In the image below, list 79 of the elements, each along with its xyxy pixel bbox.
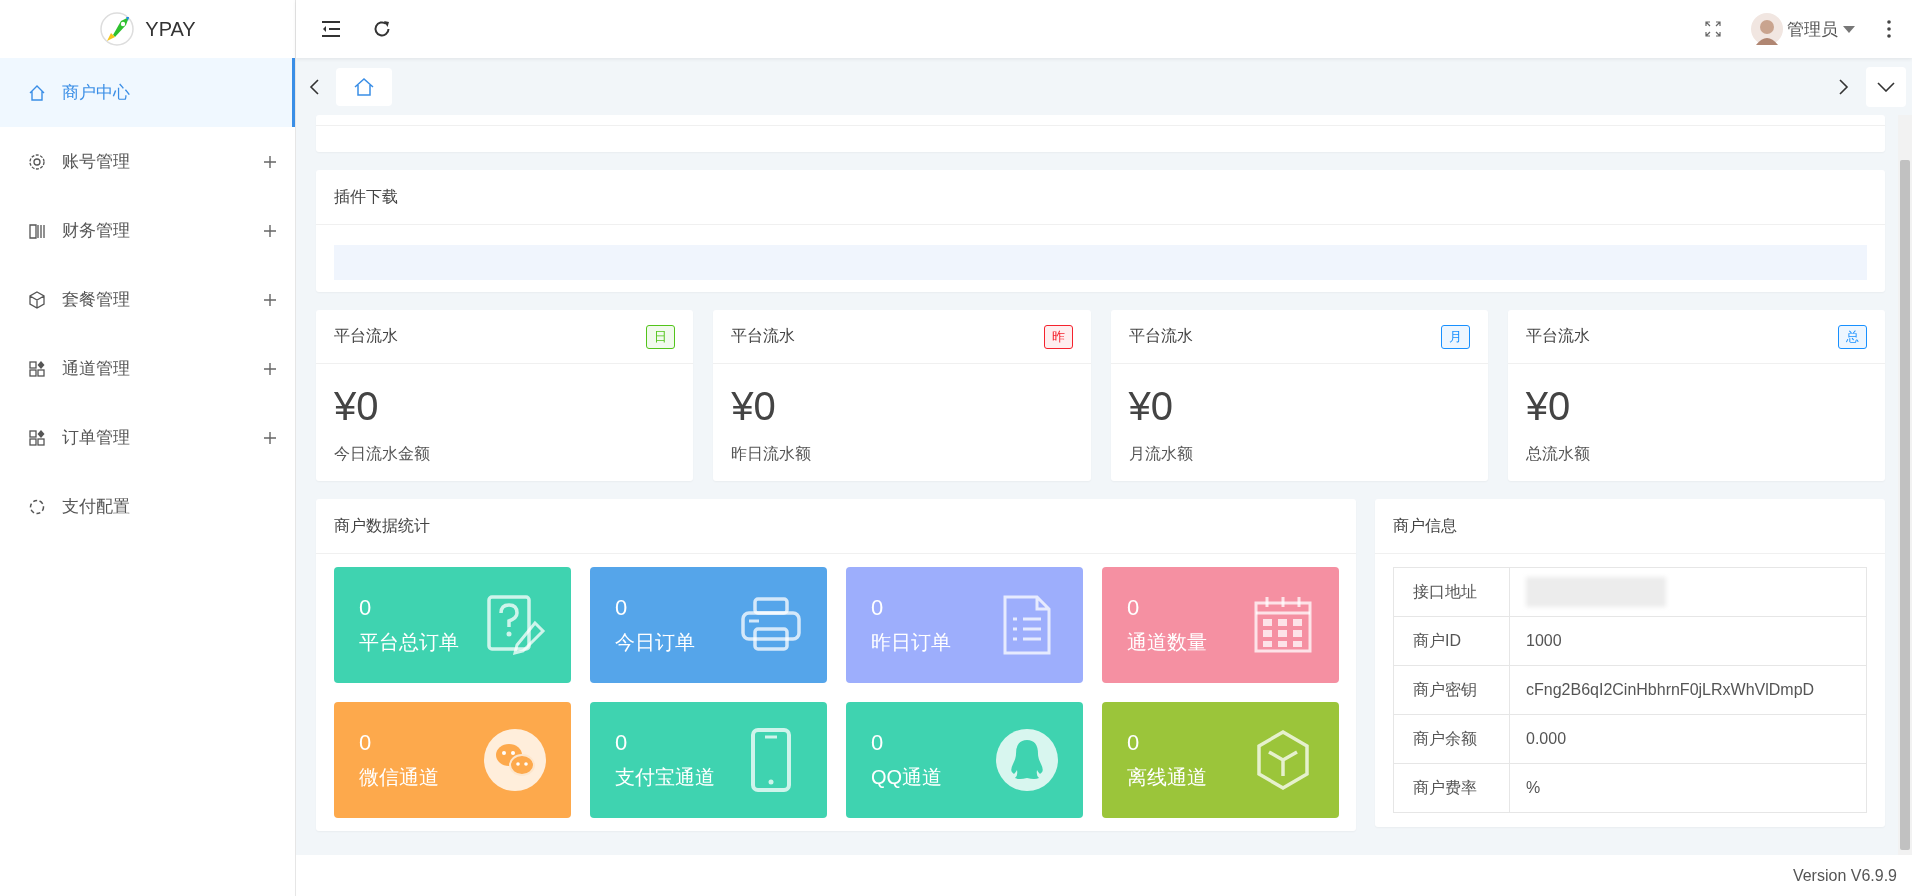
nav-item[interactable]: 通道管理 [0,334,295,403]
amount: ¥0 [1128,384,1174,428]
card-title: 商户数据统计 [334,515,430,536]
caption: 总流水额 [1525,444,1591,464]
tile-value: 0 [871,729,885,756]
chevron-down-icon [1877,81,1895,92]
tile-label: 离线通道 [1127,764,1207,790]
table-cell: 接口地址 [1393,567,1510,617]
nav-label: 账号管理 [62,151,131,173]
card-title: 平台流水 [1128,326,1193,346]
logo-text: YPAY [145,17,196,41]
tile-label: 支付宝通道 [615,764,715,790]
card-title: 商户信息 [1393,515,1457,536]
refresh-icon[interactable] [372,19,392,39]
table-cell: 商户余额 [1393,714,1510,764]
tile-label: QQ通道 [871,764,943,790]
cube-icon [27,289,47,310]
version-text: Version V6.9.9 [1792,866,1897,885]
card-title: 平台流水 [731,326,796,346]
home-icon [353,76,375,97]
amount: ¥0 [731,384,777,428]
nav-label: 通道管理 [62,358,131,380]
nav-label: 订单管理 [62,427,131,449]
card-title: 插件下载 [334,186,398,207]
grid-icon [27,358,47,379]
caption: 月流水额 [1128,444,1194,464]
nav-label: 财务管理 [62,220,131,242]
amount: ¥0 [1525,384,1572,428]
card-title: 平台流水 [334,326,398,346]
tile-value: 0 [871,594,885,621]
table-cell: cFng2B6qI2CinHbhrnF0jLRxWhVlDmpD [1509,665,1867,715]
tile-label: 微信通道 [359,764,439,790]
caption: 昨日流水额 [731,444,813,464]
tile-label: 通道数量 [1127,629,1207,655]
nav-item[interactable]: 订单管理 [0,403,295,472]
chat-bubbles-icon [483,728,547,792]
rocket-logo-icon [99,11,136,47]
penguin-icon [995,728,1059,792]
nav-item[interactable]: 账号管理 [0,127,295,196]
period-tag: 昨 [1043,324,1073,349]
card-title: 平台流水 [1525,326,1590,346]
period-tag: 总 [1838,324,1867,349]
chevron-left-icon[interactable] [308,77,320,96]
nav-item[interactable]: 财务管理 [0,196,295,265]
nav-label: 商户中心 [62,82,131,104]
table-cell: 商户费率 [1393,763,1510,813]
dropdown-button[interactable] [1866,66,1906,107]
tile-label: 平台总订单 [359,629,459,655]
table-cell: 0.000 [1509,714,1867,764]
table-cell: % [1509,763,1867,813]
gear-icon [27,151,47,172]
user-name[interactable]: 管理员 [1787,17,1838,41]
tile-value: 0 [1127,729,1141,756]
tile-value: 0 [615,594,629,621]
avatar [1751,13,1783,45]
nav-item[interactable]: 套餐管理 [0,265,295,334]
table-cell: 商户ID [1393,616,1510,666]
fullscreen-icon[interactable] [1705,21,1721,37]
tile-label: 昨日订单 [871,629,951,655]
chevron-right-icon[interactable] [1838,77,1850,96]
period-tag: 日 [646,324,676,349]
nav-item[interactable]: 支付配置 [0,472,295,541]
nav-label: 套餐管理 [62,289,131,311]
grid-icon [27,427,47,448]
caret-icon[interactable] [1842,24,1856,34]
caption: 今日流水金额 [334,444,431,464]
menu-collapse-icon[interactable] [320,19,342,39]
nav-label: 支付配置 [62,496,131,518]
more-icon[interactable] [1886,19,1892,39]
tile-value: 0 [359,729,373,756]
tile-value: 0 [1127,594,1141,621]
tile-value: 0 [359,594,373,621]
tile-value: 0 [615,729,629,756]
period-tag: 月 [1440,324,1470,349]
table-cell: 商户密钥 [1393,665,1510,715]
amount: ¥0 [334,384,380,428]
table-cell: 1000 [1509,616,1867,666]
tile-label: 今日订单 [615,629,695,655]
scrollbar-thumb[interactable] [1900,160,1910,850]
